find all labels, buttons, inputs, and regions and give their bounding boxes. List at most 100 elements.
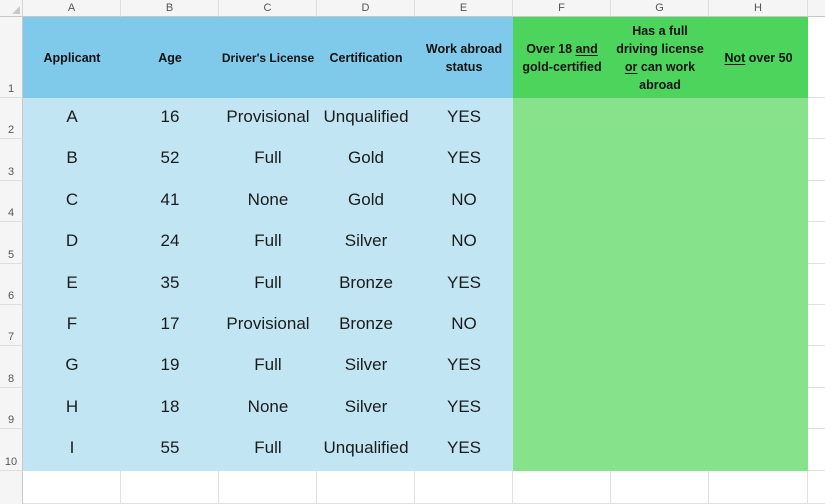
license-cell[interactable]: Provisional: [219, 305, 317, 346]
empty-cell[interactable]: [808, 222, 825, 264]
not-over-50-cell[interactable]: [709, 305, 808, 346]
certification-cell[interactable]: Unqualified: [317, 429, 415, 471]
header-not-over-50[interactable]: Not over 50: [709, 17, 808, 98]
certification-cell[interactable]: Silver: [317, 388, 415, 429]
column-header-a[interactable]: A: [23, 0, 121, 17]
full-license-or-abroad-cell[interactable]: [611, 305, 709, 346]
row-header-9[interactable]: 9: [0, 388, 23, 429]
age-cell[interactable]: 18: [121, 388, 219, 429]
full-license-or-abroad-cell[interactable]: [611, 139, 709, 181]
applicant-cell[interactable]: D: [23, 222, 121, 264]
row-header-7[interactable]: 7: [0, 305, 23, 346]
license-cell[interactable]: None: [219, 181, 317, 222]
empty-cell[interactable]: [219, 471, 317, 504]
column-header-h[interactable]: H: [709, 0, 808, 17]
work-abroad-cell[interactable]: YES: [415, 139, 513, 181]
not-over-50-cell[interactable]: [709, 181, 808, 222]
not-over-50-cell[interactable]: [709, 98, 808, 139]
empty-cell[interactable]: [808, 429, 825, 471]
column-header-i[interactable]: [808, 0, 825, 17]
column-header-d[interactable]: D: [317, 0, 415, 17]
full-license-or-abroad-cell[interactable]: [611, 98, 709, 139]
empty-cell[interactable]: [808, 17, 825, 98]
certification-cell[interactable]: Silver: [317, 346, 415, 388]
column-header-c[interactable]: C: [219, 0, 317, 17]
work-abroad-cell[interactable]: YES: [415, 98, 513, 139]
not-over-50-cell[interactable]: [709, 222, 808, 264]
header-full-license-or-abroad[interactable]: Has a full driving license or can work a…: [611, 17, 709, 98]
empty-cell[interactable]: [808, 471, 825, 504]
full-license-or-abroad-cell[interactable]: [611, 429, 709, 471]
full-license-or-abroad-cell[interactable]: [611, 264, 709, 305]
full-license-or-abroad-cell[interactable]: [611, 222, 709, 264]
row-header-4[interactable]: 4: [0, 181, 23, 222]
work-abroad-cell[interactable]: YES: [415, 346, 513, 388]
empty-cell[interactable]: [808, 264, 825, 305]
certification-cell[interactable]: Gold: [317, 139, 415, 181]
empty-cell[interactable]: [808, 181, 825, 222]
over-18-and-gold-cell[interactable]: [513, 388, 611, 429]
row-header-6[interactable]: 6: [0, 264, 23, 305]
license-cell[interactable]: Full: [219, 139, 317, 181]
over-18-and-gold-cell[interactable]: [513, 181, 611, 222]
work-abroad-cell[interactable]: NO: [415, 305, 513, 346]
license-cell[interactable]: Full: [219, 429, 317, 471]
column-header-f[interactable]: F: [513, 0, 611, 17]
row-header-3[interactable]: 3: [0, 139, 23, 181]
license-cell[interactable]: Full: [219, 264, 317, 305]
row-header-2[interactable]: 2: [0, 98, 23, 139]
empty-cell[interactable]: [808, 98, 825, 139]
applicant-cell[interactable]: E: [23, 264, 121, 305]
certification-cell[interactable]: Silver: [317, 222, 415, 264]
age-cell[interactable]: 24: [121, 222, 219, 264]
empty-cell[interactable]: [808, 346, 825, 388]
over-18-and-gold-cell[interactable]: [513, 346, 611, 388]
age-cell[interactable]: 52: [121, 139, 219, 181]
applicant-cell[interactable]: H: [23, 388, 121, 429]
age-cell[interactable]: 41: [121, 181, 219, 222]
applicant-cell[interactable]: G: [23, 346, 121, 388]
empty-cell[interactable]: [808, 305, 825, 346]
license-cell[interactable]: Full: [219, 346, 317, 388]
row-header-8[interactable]: 8: [0, 346, 23, 388]
over-18-and-gold-cell[interactable]: [513, 139, 611, 181]
over-18-and-gold-cell[interactable]: [513, 264, 611, 305]
certification-cell[interactable]: Gold: [317, 181, 415, 222]
empty-cell[interactable]: [415, 471, 513, 504]
age-cell[interactable]: 55: [121, 429, 219, 471]
work-abroad-cell[interactable]: YES: [415, 264, 513, 305]
empty-cell[interactable]: [317, 471, 415, 504]
certification-cell[interactable]: Bronze: [317, 305, 415, 346]
column-header-e[interactable]: E: [415, 0, 513, 17]
header-certification[interactable]: Certification: [317, 17, 415, 98]
not-over-50-cell[interactable]: [709, 429, 808, 471]
row-header-1[interactable]: 1: [0, 17, 23, 98]
not-over-50-cell[interactable]: [709, 264, 808, 305]
applicant-cell[interactable]: B: [23, 139, 121, 181]
row-header-11[interactable]: [0, 471, 23, 504]
full-license-or-abroad-cell[interactable]: [611, 346, 709, 388]
over-18-and-gold-cell[interactable]: [513, 305, 611, 346]
over-18-and-gold-cell[interactable]: [513, 222, 611, 264]
row-header-10[interactable]: 10: [0, 429, 23, 471]
license-cell[interactable]: Provisional: [219, 98, 317, 139]
select-all-button[interactable]: [0, 0, 23, 17]
header-age[interactable]: Age: [121, 17, 219, 98]
work-abroad-cell[interactable]: YES: [415, 429, 513, 471]
applicant-cell[interactable]: C: [23, 181, 121, 222]
license-cell[interactable]: None: [219, 388, 317, 429]
full-license-or-abroad-cell[interactable]: [611, 388, 709, 429]
age-cell[interactable]: 16: [121, 98, 219, 139]
age-cell[interactable]: 19: [121, 346, 219, 388]
header-work-abroad-status[interactable]: Work abroad status: [415, 17, 513, 98]
empty-cell[interactable]: [808, 388, 825, 429]
applicant-cell[interactable]: I: [23, 429, 121, 471]
over-18-and-gold-cell[interactable]: [513, 98, 611, 139]
not-over-50-cell[interactable]: [709, 388, 808, 429]
header-applicant[interactable]: Applicant: [23, 17, 121, 98]
column-header-g[interactable]: G: [611, 0, 709, 17]
work-abroad-cell[interactable]: NO: [415, 181, 513, 222]
certification-cell[interactable]: Unqualified: [317, 98, 415, 139]
empty-cell[interactable]: [23, 471, 121, 504]
over-18-and-gold-cell[interactable]: [513, 429, 611, 471]
